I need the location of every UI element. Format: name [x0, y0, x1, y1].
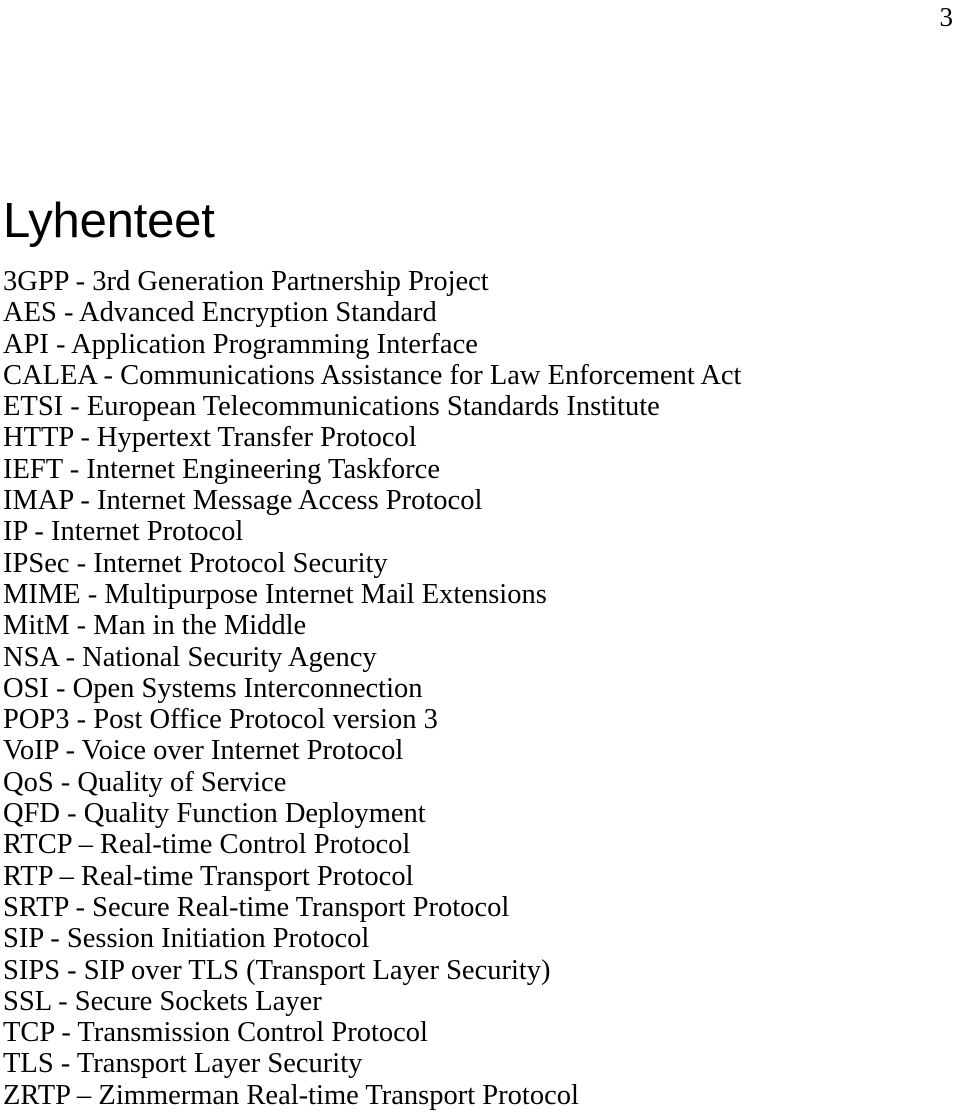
list-item: RTP – Real-time Transport Protocol — [3, 860, 414, 892]
list-item: API - Application Programming Interface — [3, 328, 478, 360]
list-item: VoIP - Voice over Internet Protocol — [3, 735, 404, 767]
page-title: Lyhenteet — [3, 193, 215, 248]
list-item: HTTP - Hypertext Transfer Protocol — [3, 422, 417, 454]
list-item: IEFT - Internet Engineering Taskforce — [3, 453, 440, 485]
list-item: MitM - Man in the Middle — [3, 610, 307, 642]
list-item: QoS - Quality of Service — [3, 766, 287, 798]
list-item: IP - Internet Protocol — [3, 516, 244, 548]
abbreviation-list: 3GPP - 3rd Generation Partnership Projec… — [3, 266, 953, 1111]
list-item: TCP - Transmission Control Protocol — [3, 1017, 428, 1049]
list-item: RTCP – Real-time Control Protocol — [3, 829, 411, 861]
list-item: AES - Advanced Encryption Standard — [3, 297, 437, 329]
list-item: CALEA - Communications Assistance for La… — [3, 359, 742, 391]
list-item: NSA - National Security Agency — [3, 641, 377, 673]
list-item: SRTP - Secure Real-time Transport Protoc… — [3, 891, 510, 923]
list-item: ZRTP – Zimmerman Real-time Transport Pro… — [3, 1079, 579, 1111]
list-item: IPSec - Internet Protocol Security — [3, 547, 388, 579]
page-number: 3 — [939, 2, 954, 32]
list-item: SIPS - SIP over TLS (Transport Layer Sec… — [3, 954, 551, 986]
list-item: ETSI - European Telecommunications Stand… — [3, 391, 660, 423]
list-item: MIME - Multipurpose Internet Mail Extens… — [3, 578, 547, 610]
list-item: 3GPP - 3rd Generation Partnership Projec… — [3, 266, 489, 297]
document-page: 3 Lyhenteet 3GPP - 3rd Generation Partne… — [0, 0, 960, 1112]
list-item: SIP - Session Initiation Protocol — [3, 923, 370, 955]
list-item: OSI - Open Systems Interconnection — [3, 672, 423, 704]
list-item: SSL - Secure Sockets Layer — [3, 985, 322, 1017]
list-item: POP3 - Post Office Protocol version 3 — [3, 704, 438, 736]
list-item: TLS - Transport Layer Security — [3, 1048, 363, 1080]
list-item: QFD - Quality Function Deployment — [3, 798, 426, 830]
list-item: IMAP - Internet Message Access Protocol — [3, 485, 483, 517]
